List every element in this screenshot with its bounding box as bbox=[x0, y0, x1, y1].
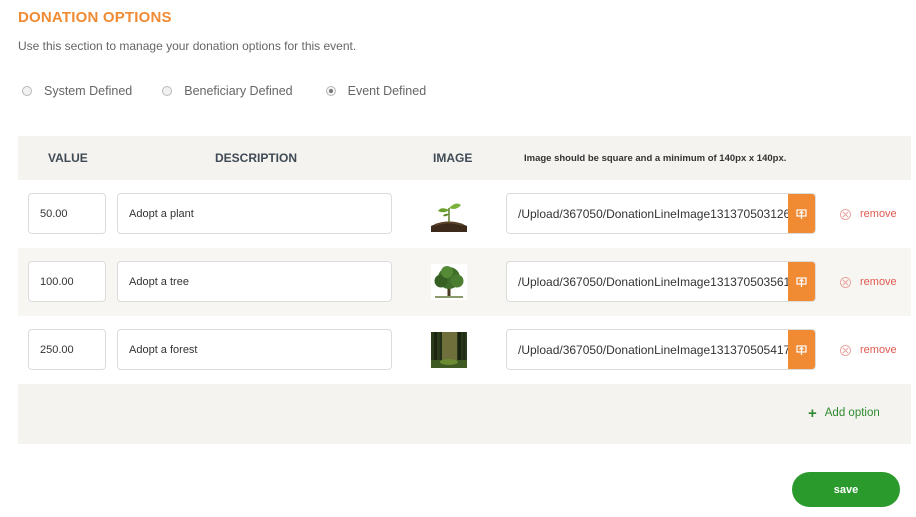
add-option-label: Add option bbox=[824, 407, 880, 419]
forest-image bbox=[431, 332, 467, 368]
radio-label: Event Defined bbox=[347, 84, 427, 98]
remove-button[interactable]: remove bbox=[840, 208, 897, 220]
table-footer: + Add option bbox=[18, 384, 911, 444]
radio-beneficiary-defined[interactable]: Beneficiary Defined bbox=[162, 84, 293, 98]
radio-dot[interactable] bbox=[162, 86, 173, 96]
description-input[interactable]: Adopt a forest bbox=[117, 329, 392, 370]
description-input[interactable]: Adopt a tree bbox=[117, 261, 392, 302]
column-header-value: VALUE bbox=[48, 151, 88, 165]
remove-button[interactable]: remove bbox=[840, 276, 897, 288]
radio-label: Beneficiary Defined bbox=[184, 84, 293, 98]
upload-icon bbox=[796, 209, 807, 219]
remove-label: remove bbox=[860, 276, 897, 288]
table-header: VALUE DESCRIPTION IMAGE Image should be … bbox=[18, 136, 911, 180]
page-subtitle: Use this section to manage your donation… bbox=[18, 39, 357, 53]
add-option-button[interactable]: + Add option bbox=[808, 404, 880, 422]
image-path-value: /Upload/367050/DonationLineImage13137050… bbox=[518, 207, 788, 221]
value-input[interactable]: 100.00 bbox=[28, 261, 106, 302]
seedling-image bbox=[431, 196, 467, 232]
upload-button[interactable] bbox=[788, 330, 815, 369]
page-title: DONATION OPTIONS bbox=[18, 9, 172, 26]
upload-icon bbox=[796, 345, 807, 355]
upload-icon bbox=[796, 277, 807, 287]
radio-dot-selected[interactable] bbox=[325, 86, 336, 96]
column-header-image: IMAGE bbox=[433, 151, 473, 165]
image-path-field[interactable]: /Upload/367050/DonationLineImage13137050… bbox=[506, 261, 816, 302]
radio-dot[interactable] bbox=[22, 86, 32, 96]
donation-options-table: VALUE DESCRIPTION IMAGE Image should be … bbox=[18, 136, 911, 444]
image-path-field[interactable]: /Upload/367050/DonationLineImage13137050… bbox=[506, 329, 816, 370]
upload-button[interactable] bbox=[788, 194, 815, 233]
table-row: 100.00 Adopt a tree /Upload/367050/Donat… bbox=[18, 248, 911, 316]
remove-icon bbox=[840, 208, 851, 220]
radio-event-defined[interactable]: Event Defined bbox=[325, 84, 427, 98]
radio-system-defined[interactable]: System Defined bbox=[22, 84, 132, 98]
image-path-value: /Upload/367050/DonationLineImage13137050… bbox=[518, 343, 788, 357]
remove-button[interactable]: remove bbox=[840, 344, 897, 356]
remove-label: remove bbox=[860, 344, 897, 356]
value-input[interactable]: 250.00 bbox=[28, 329, 106, 370]
image-size-hint: Image should be square and a minimum of … bbox=[524, 153, 787, 164]
tree-image bbox=[431, 264, 467, 300]
remove-label: remove bbox=[860, 208, 897, 220]
table-row: 250.00 Adopt a forest /Upload/367050/Don… bbox=[18, 316, 911, 384]
upload-button[interactable] bbox=[788, 262, 815, 301]
remove-icon bbox=[840, 344, 851, 356]
remove-icon bbox=[840, 276, 851, 288]
donation-mode-radio-group: System Defined Beneficiary Defined Event… bbox=[22, 84, 426, 98]
column-header-description: DESCRIPTION bbox=[215, 151, 298, 165]
image-path-value: /Upload/367050/DonationLineImage13137050… bbox=[518, 275, 788, 289]
radio-label: System Defined bbox=[44, 84, 133, 98]
image-path-field[interactable]: /Upload/367050/DonationLineImage13137050… bbox=[506, 193, 816, 234]
description-input[interactable]: Adopt a plant bbox=[117, 193, 392, 234]
plus-icon: + bbox=[808, 404, 817, 422]
table-row: 50.00 Adopt a plant /Upload/367050/Donat… bbox=[18, 180, 911, 248]
save-button[interactable]: save bbox=[792, 472, 900, 507]
value-input[interactable]: 50.00 bbox=[28, 193, 106, 234]
